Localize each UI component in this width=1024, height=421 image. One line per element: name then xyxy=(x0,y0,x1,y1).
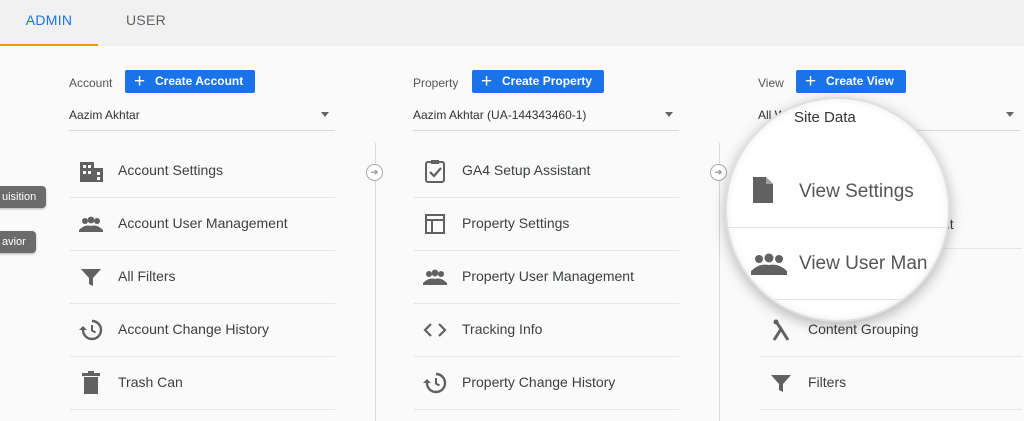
menu-label: Account User Management xyxy=(118,215,288,231)
nav-pill-behavior[interactable]: avior xyxy=(0,231,36,253)
menu-trash-can[interactable]: Trash Can xyxy=(70,356,335,410)
create-property-button[interactable]: + Create Property xyxy=(472,70,605,93)
dropdown-caret-icon xyxy=(321,112,329,117)
menu-label: Property User Management xyxy=(462,268,634,284)
menu-label: Account Change History xyxy=(118,321,269,337)
filter-icon xyxy=(771,375,791,392)
menu-property-settings[interactable]: Property Settings xyxy=(414,197,679,251)
property-selector[interactable]: Aazim Akhtar (UA-144343460-1) xyxy=(413,108,679,131)
top-tab-bar: ADMIN USER xyxy=(0,0,1024,46)
people-icon xyxy=(423,269,447,285)
content-grouping-icon xyxy=(772,319,790,341)
menu-label: Trash Can xyxy=(118,374,183,390)
column-divider xyxy=(375,143,376,421)
menu-filters[interactable]: Filters xyxy=(760,356,1022,410)
menu-view-settings[interactable]: View Settings xyxy=(799,181,914,203)
arrow-right-icon: ➔ xyxy=(366,164,383,181)
menu-property-user-management[interactable]: Property User Management xyxy=(414,250,679,304)
code-icon xyxy=(423,323,447,337)
create-view-label: Create View xyxy=(826,74,894,88)
filter-icon xyxy=(81,269,101,286)
layout-icon xyxy=(425,214,445,234)
menu-label: Account Settings xyxy=(118,162,224,178)
create-account-label: Create Account xyxy=(155,74,244,88)
tab-admin[interactable]: ADMIN xyxy=(0,0,98,46)
menu-label: Property Change History xyxy=(462,374,616,390)
menu-account-settings[interactable]: Account Settings xyxy=(70,144,335,198)
row-divider xyxy=(727,227,948,228)
menu-all-filters[interactable]: All Filters xyxy=(70,250,335,304)
menu-label: All Filters xyxy=(118,268,176,284)
menu-label: Filters xyxy=(808,374,847,390)
menu-label: Content Grouping xyxy=(808,321,919,337)
menu-label: GA4 Setup Assistant xyxy=(462,162,591,178)
create-account-button[interactable]: + Create Account xyxy=(125,70,256,93)
plus-icon: + xyxy=(805,71,817,92)
history-icon xyxy=(79,319,103,341)
menu-property-change-history[interactable]: Property Change History xyxy=(414,356,679,410)
menu-tracking-info[interactable]: Tracking Info xyxy=(414,303,679,357)
history-icon xyxy=(423,372,447,394)
account-selected-value: Aazim Akhtar xyxy=(69,108,140,122)
property-label: Property xyxy=(413,76,459,90)
plus-icon: + xyxy=(134,71,146,92)
menu-account-user-management[interactable]: Account User Management xyxy=(70,197,335,251)
nav-pill-acquisition[interactable]: uisition xyxy=(0,186,47,208)
account-selector[interactable]: Aazim Akhtar xyxy=(69,108,335,131)
view-label: View xyxy=(758,76,784,90)
building-icon xyxy=(80,162,103,182)
view-header: View + Create View xyxy=(758,70,1018,93)
arrow-right-icon: ➔ xyxy=(710,164,727,181)
trash-icon xyxy=(82,371,100,394)
account-label: Account xyxy=(69,76,113,90)
view-selected-value-magnified: Site Data xyxy=(794,109,856,126)
tab-user[interactable]: USER xyxy=(126,0,166,46)
document-icon xyxy=(753,177,773,203)
property-selected-value: Aazim Akhtar (UA-144343460-1) xyxy=(413,108,587,122)
create-property-label: Create Property xyxy=(502,74,593,88)
account-header: Account + Create Account xyxy=(69,70,339,93)
column-divider xyxy=(719,143,720,421)
property-header: Property + Create Property xyxy=(413,70,673,93)
menu-label: Property Settings xyxy=(462,215,570,231)
people-icon xyxy=(751,253,787,275)
row-divider xyxy=(727,299,948,300)
clipboard-check-icon xyxy=(425,160,445,183)
people-icon xyxy=(79,216,103,232)
menu-ga4-setup-assistant[interactable]: GA4 Setup Assistant xyxy=(414,144,679,198)
dropdown-caret-icon xyxy=(1006,112,1014,117)
dropdown-caret-icon xyxy=(665,112,673,117)
menu-view-user-management[interactable]: View User Man xyxy=(799,253,927,275)
menu-account-change-history[interactable]: Account Change History xyxy=(70,303,335,357)
create-view-button[interactable]: + Create View xyxy=(796,70,906,93)
magnifier-lens: Site Data View Settings View User Man xyxy=(725,97,950,322)
plus-icon: + xyxy=(481,71,493,92)
menu-label: Tracking Info xyxy=(462,321,543,337)
